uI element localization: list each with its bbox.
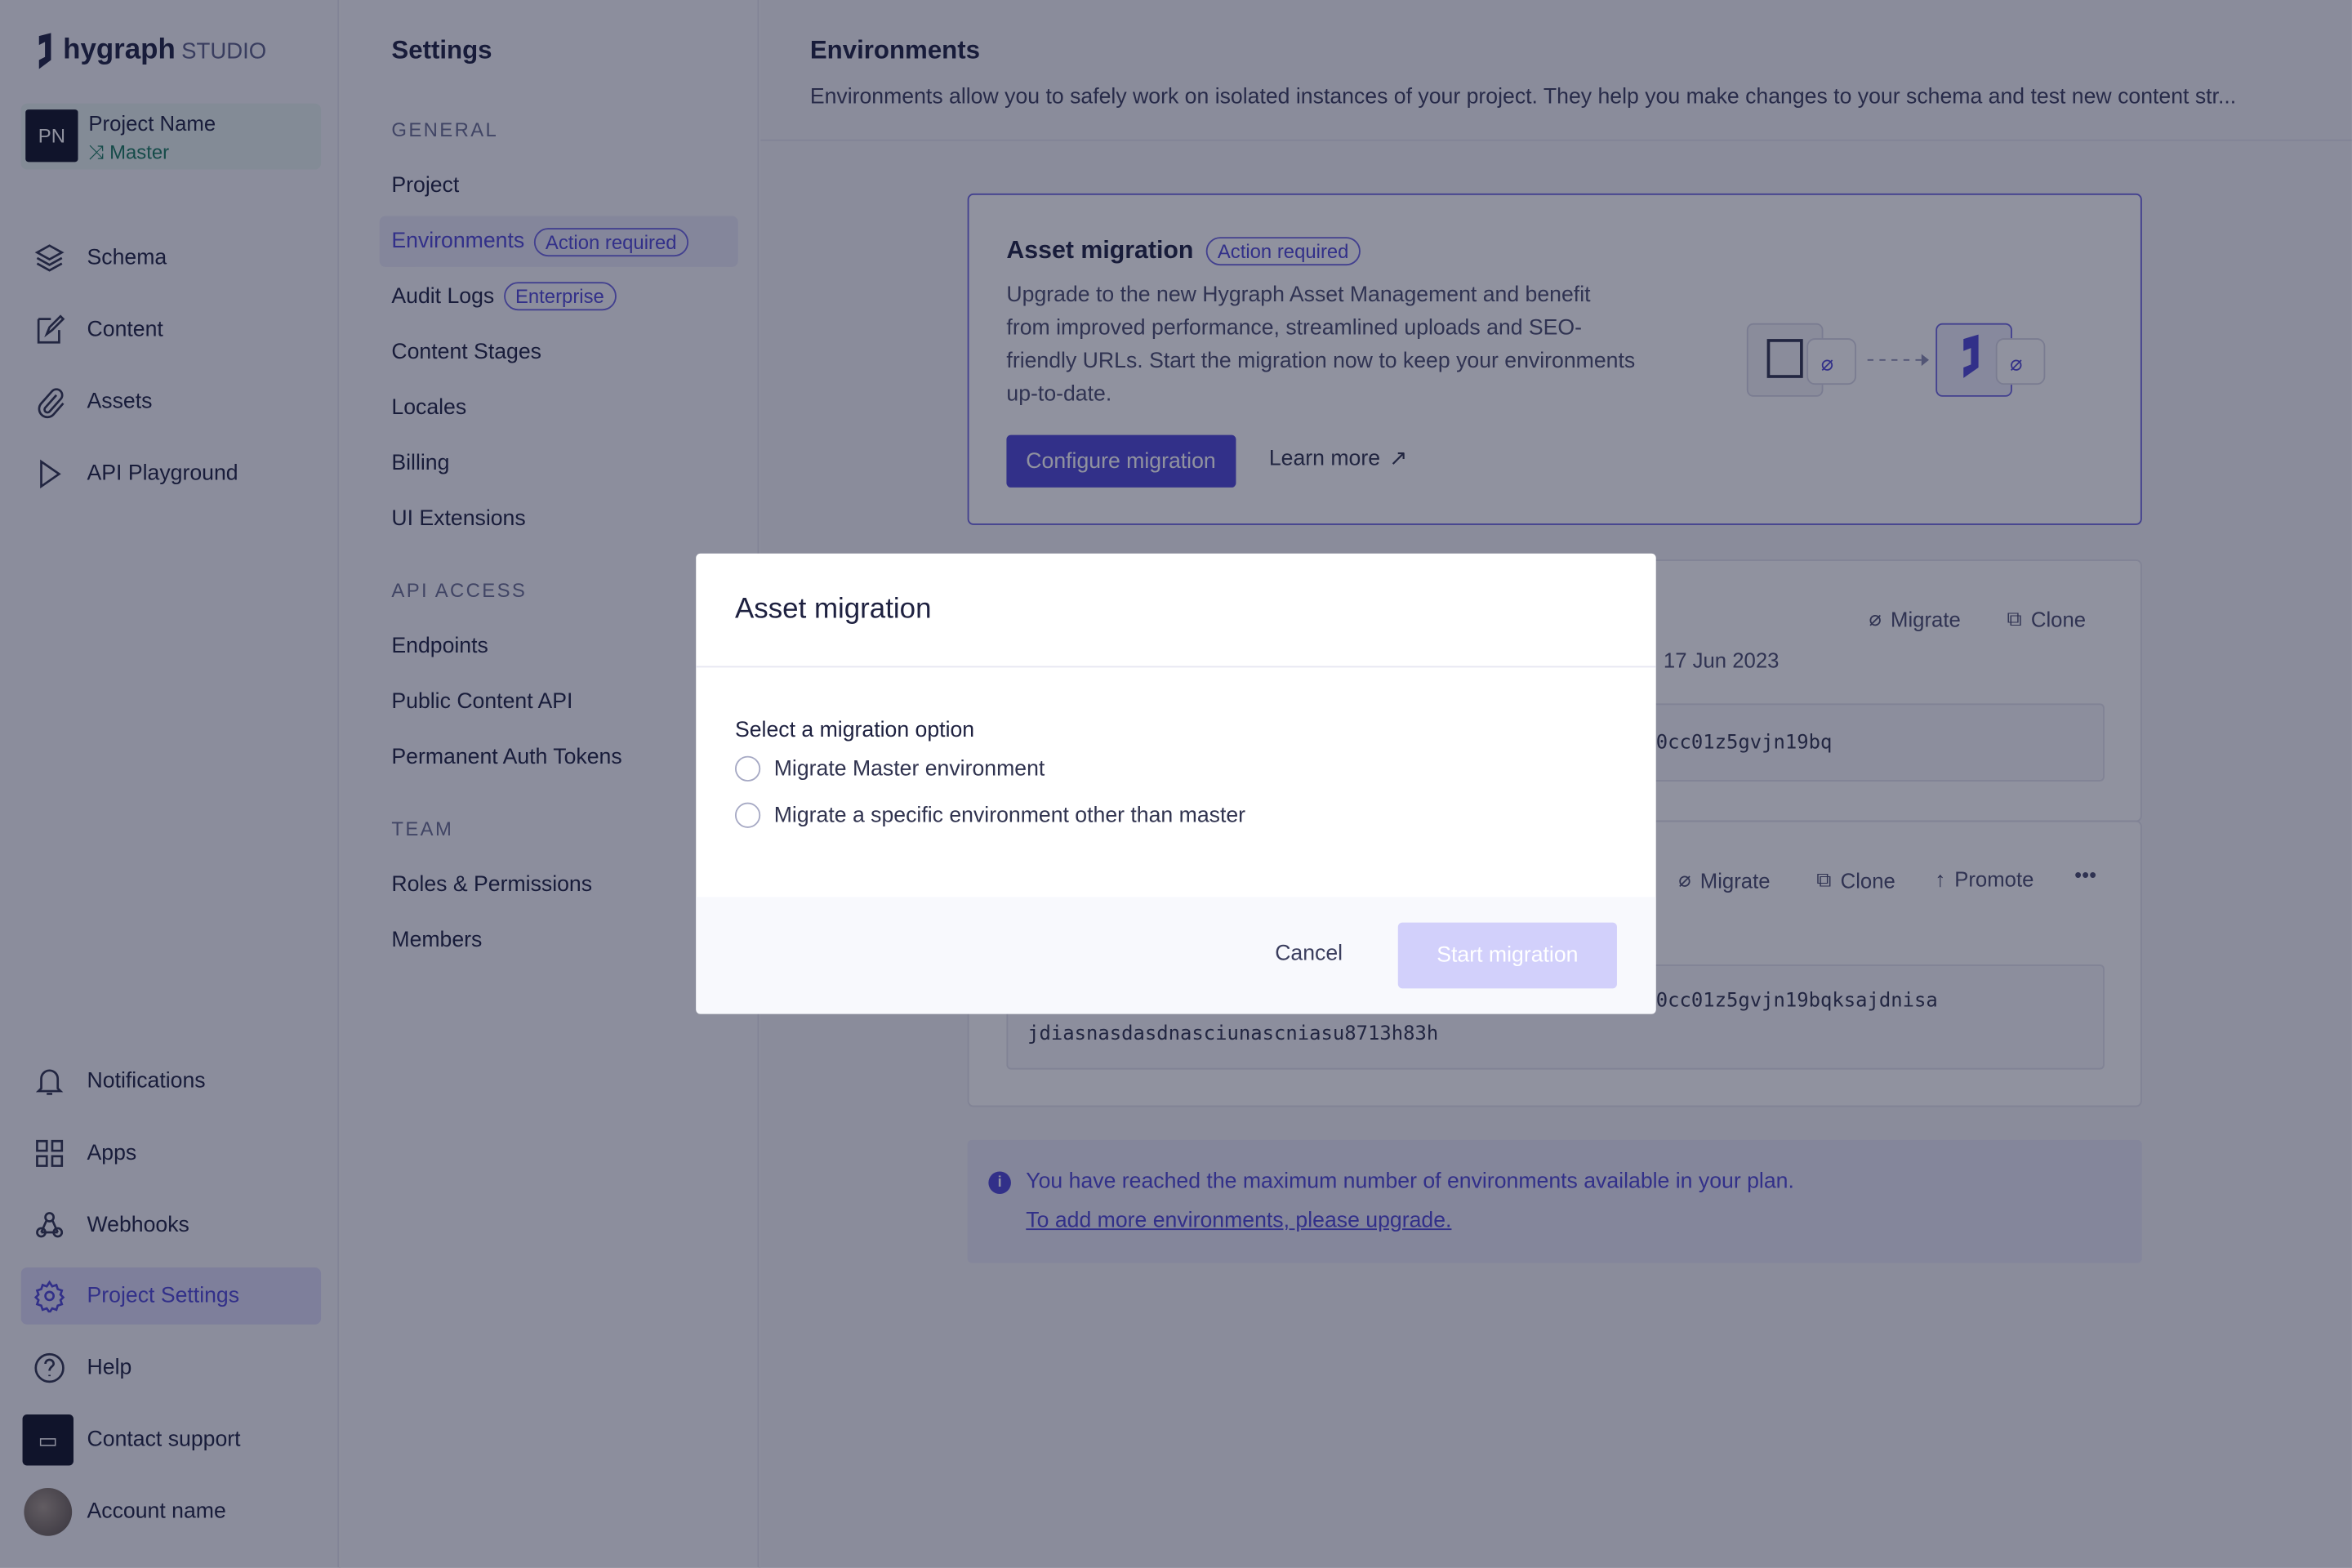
app: hygraph STUDIO PN Project Name ⤨ Master S… (0, 0, 2352, 1568)
radio-label: Migrate a specific environment other tha… (773, 803, 1246, 827)
dialog-footer: Cancel Start migration (696, 897, 1656, 1014)
radio-migrate-master[interactable]: Migrate Master environment (734, 755, 1045, 782)
start-migration-button[interactable]: Start migration (1397, 922, 1617, 989)
asset-migration-dialog: Asset migration Select a migration optio… (696, 553, 1656, 1014)
dialog-divider (696, 666, 1656, 668)
dialog-title: Asset migration (734, 594, 932, 626)
radio-label: Migrate Master environment (773, 756, 1045, 782)
radio-circle[interactable] (734, 802, 761, 828)
migration-option-label: Select a migration option (734, 718, 975, 743)
cancel-button[interactable]: Cancel (1275, 942, 1343, 965)
radio-circle[interactable] (734, 755, 761, 782)
radio-migrate-specific-env[interactable]: Migrate a specific environment other tha… (734, 802, 1246, 828)
